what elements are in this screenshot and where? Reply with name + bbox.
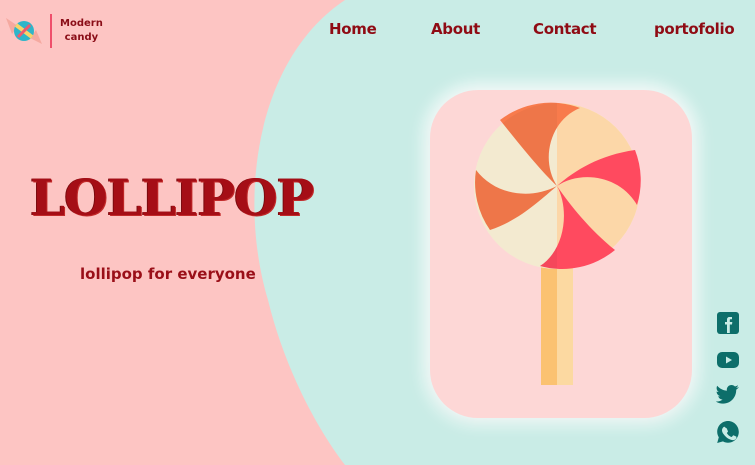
nav-portofolio[interactable]: portofolio xyxy=(654,20,735,38)
twitter-icon[interactable] xyxy=(716,382,740,406)
facebook-icon[interactable] xyxy=(716,311,740,335)
hero-title: LOLLIPOP xyxy=(30,168,314,227)
nav-about[interactable]: About xyxy=(431,20,480,38)
hero-subtitle: lollipop for everyone xyxy=(80,265,256,283)
nav-bar: Home About Contact portofolio xyxy=(0,20,755,42)
nav-contact[interactable]: Contact xyxy=(533,20,597,38)
youtube-icon[interactable] xyxy=(716,348,740,372)
whatsapp-icon[interactable] xyxy=(716,420,740,444)
nav-home[interactable]: Home xyxy=(329,20,377,38)
lollipop-card xyxy=(430,90,692,418)
lollipop-image xyxy=(474,102,641,385)
